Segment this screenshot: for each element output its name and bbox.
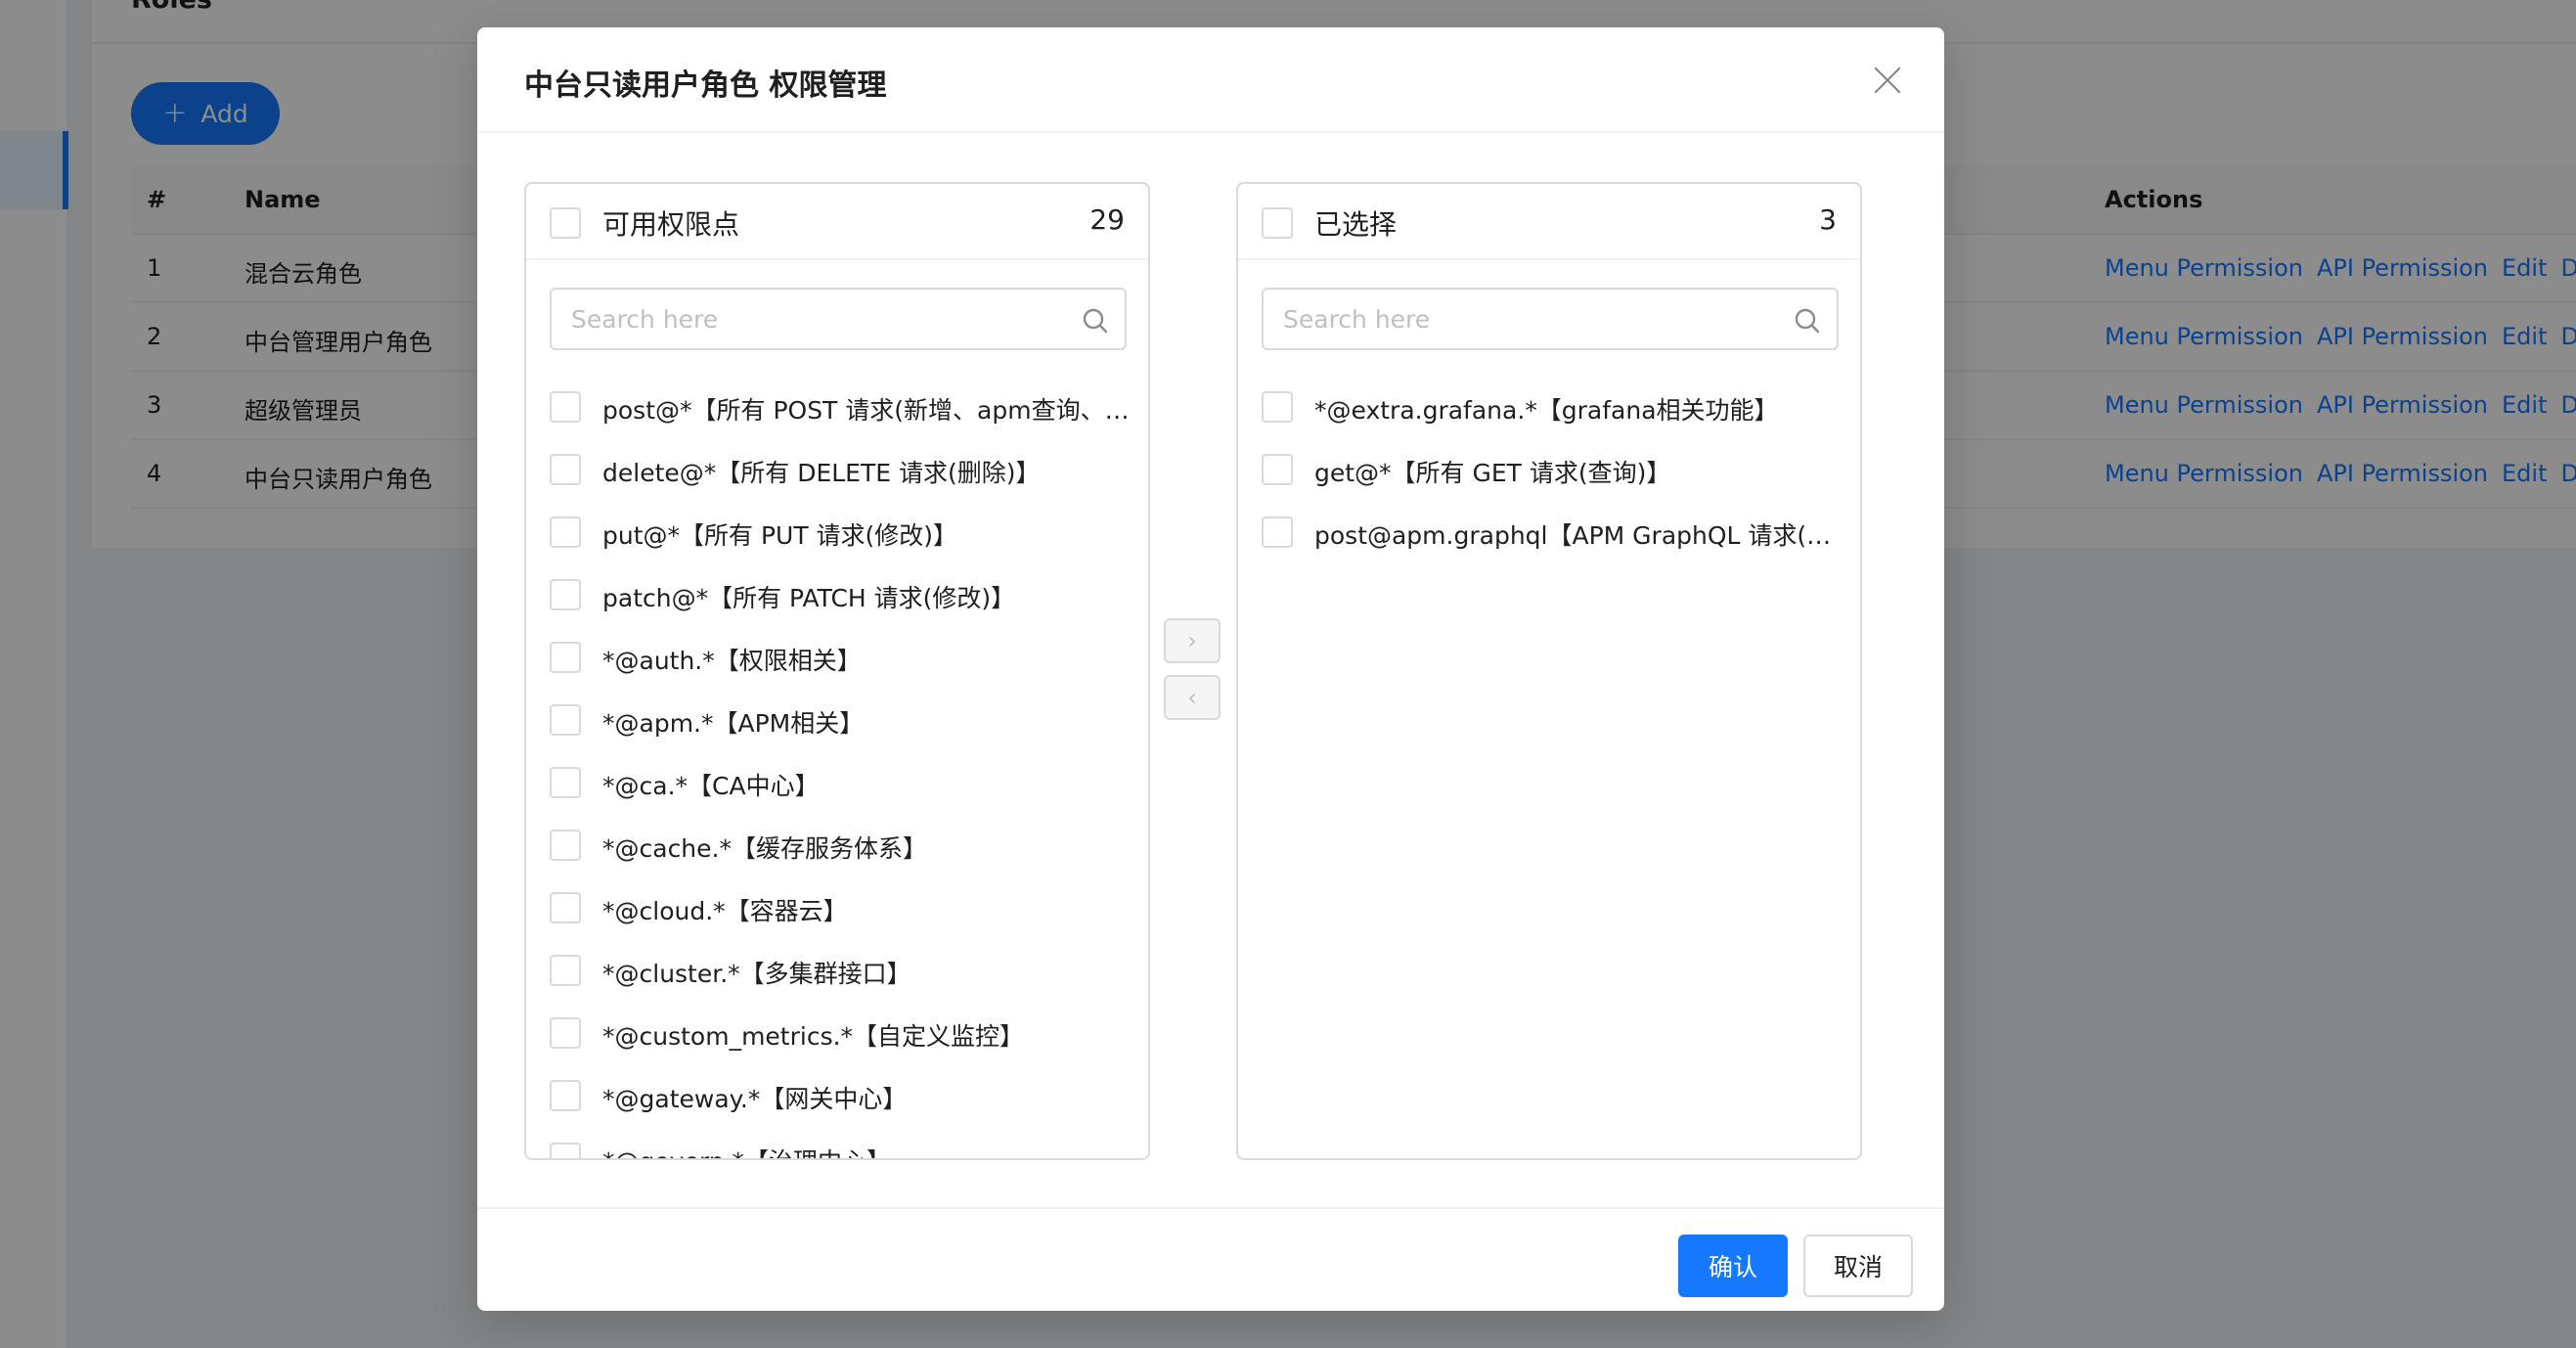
modal-title: 中台只读用户角色 权限管理 bbox=[524, 68, 887, 103]
item-label: *@ca.*【CA中心】 bbox=[602, 772, 820, 800]
chevron-right-icon: › bbox=[1187, 627, 1197, 654]
modal-header: 中台只读用户角色 权限管理 bbox=[477, 27, 1944, 133]
list-item[interactable]: *@auth.*【权限相关】 bbox=[526, 626, 1148, 689]
search-icon[interactable] bbox=[1792, 305, 1823, 337]
available-search-input[interactable] bbox=[571, 301, 1060, 337]
item-checkbox[interactable] bbox=[550, 767, 581, 798]
available-search bbox=[550, 288, 1127, 350]
item-checkbox[interactable] bbox=[550, 1080, 581, 1111]
available-list: post@*【所有 POST 请求(新增、apm查询、部署等)】 delete@… bbox=[526, 376, 1148, 1158]
item-checkbox[interactable] bbox=[550, 955, 581, 986]
list-item[interactable]: *@custom_metrics.*【自定义监控】 bbox=[526, 1002, 1148, 1064]
modal-footer: 确认 取消 bbox=[477, 1207, 1944, 1311]
item-checkbox[interactable] bbox=[1262, 454, 1293, 485]
list-item[interactable]: post@*【所有 POST 请求(新增、apm查询、部署等)】 bbox=[526, 376, 1148, 438]
item-checkbox[interactable] bbox=[550, 1143, 581, 1158]
item-label: post@*【所有 POST 请求(新增、apm查询、部署等)】 bbox=[602, 396, 1131, 425]
item-checkbox[interactable] bbox=[550, 391, 581, 423]
selected-search bbox=[1262, 288, 1839, 350]
item-label: put@*【所有 PUT 请求(修改)】 bbox=[602, 521, 958, 550]
available-panel-header: 可用权限点 29 bbox=[526, 184, 1148, 260]
item-checkbox[interactable] bbox=[550, 704, 581, 736]
item-label: *@custom_metrics.*【自定义监控】 bbox=[602, 1022, 1025, 1051]
chevron-left-icon: ‹ bbox=[1187, 684, 1197, 711]
available-panel-title: 可用权限点 bbox=[602, 208, 740, 241]
item-label: *@gateway.*【网关中心】 bbox=[602, 1085, 908, 1113]
select-all-selected-checkbox[interactable] bbox=[1262, 207, 1293, 239]
item-label: patch@*【所有 PATCH 请求(修改)】 bbox=[602, 584, 1016, 612]
list-item[interactable]: put@*【所有 PUT 请求(修改)】 bbox=[526, 501, 1148, 563]
close-icon[interactable] bbox=[1870, 63, 1905, 98]
move-to-available-button[interactable]: ‹ bbox=[1164, 675, 1221, 720]
confirm-button[interactable]: 确认 bbox=[1678, 1235, 1788, 1297]
list-item[interactable]: *@govern.*【治理中心】 bbox=[526, 1127, 1148, 1158]
item-checkbox[interactable] bbox=[550, 517, 581, 548]
permission-modal: 中台只读用户角色 权限管理 可用权限点 29 post@*【所有 POST 请求… bbox=[477, 27, 1944, 1311]
select-all-available-checkbox[interactable] bbox=[550, 207, 581, 239]
selected-count: 3 bbox=[1819, 203, 1837, 236]
list-item[interactable]: *@cloud.*【容器云】 bbox=[526, 876, 1148, 939]
list-item[interactable]: post@apm.graphql【APM GraphQL 请求(修改、查询)】 bbox=[1238, 501, 1860, 563]
item-checkbox[interactable] bbox=[1262, 517, 1293, 548]
item-checkbox[interactable] bbox=[550, 1017, 581, 1049]
item-checkbox[interactable] bbox=[550, 830, 581, 861]
list-item[interactable]: delete@*【所有 DELETE 请求(删除)】 bbox=[526, 438, 1148, 501]
item-label: *@cloud.*【容器云】 bbox=[602, 897, 848, 925]
item-checkbox[interactable] bbox=[550, 892, 581, 923]
list-item[interactable]: *@ca.*【CA中心】 bbox=[526, 751, 1148, 814]
item-label: post@apm.graphql【APM GraphQL 请求(修改、查询)】 bbox=[1314, 521, 1843, 550]
selected-panel-header: 已选择 3 bbox=[1238, 184, 1860, 260]
item-checkbox[interactable] bbox=[550, 579, 581, 610]
item-label: *@apm.*【APM相关】 bbox=[602, 709, 865, 738]
cancel-button[interactable]: 取消 bbox=[1803, 1235, 1913, 1297]
selected-search-input[interactable] bbox=[1283, 301, 1772, 337]
available-count: 29 bbox=[1089, 203, 1125, 236]
item-label: get@*【所有 GET 请求(查询)】 bbox=[1314, 459, 1671, 487]
list-item[interactable]: *@cluster.*【多集群接口】 bbox=[526, 939, 1148, 1002]
item-checkbox[interactable] bbox=[550, 454, 581, 485]
item-label: *@auth.*【权限相关】 bbox=[602, 647, 862, 675]
item-label: delete@*【所有 DELETE 请求(删除)】 bbox=[602, 459, 1041, 487]
list-item[interactable]: *@cache.*【缓存服务体系】 bbox=[526, 814, 1148, 876]
item-label: *@cache.*【缓存服务体系】 bbox=[602, 834, 927, 863]
item-label: *@govern.*【治理中心】 bbox=[602, 1143, 1131, 1158]
list-item[interactable]: get@*【所有 GET 请求(查询)】 bbox=[1238, 438, 1860, 501]
list-item[interactable]: patch@*【所有 PATCH 请求(修改)】 bbox=[526, 563, 1148, 626]
search-icon[interactable] bbox=[1080, 305, 1111, 337]
move-to-selected-button[interactable]: › bbox=[1164, 618, 1221, 663]
available-permissions-panel: 可用权限点 29 post@*【所有 POST 请求(新增、apm查询、部署等)… bbox=[524, 182, 1150, 1160]
selected-panel-title: 已选择 bbox=[1314, 208, 1398, 241]
selected-list: *@extra.grafana.*【grafana相关功能】 get@*【所有 … bbox=[1238, 376, 1860, 1158]
item-checkbox[interactable] bbox=[1262, 391, 1293, 423]
list-item[interactable]: *@extra.grafana.*【grafana相关功能】 bbox=[1238, 376, 1860, 438]
list-item[interactable]: *@gateway.*【网关中心】 bbox=[526, 1064, 1148, 1127]
item-checkbox[interactable] bbox=[550, 642, 581, 673]
item-label: *@extra.grafana.*【grafana相关功能】 bbox=[1314, 396, 1779, 425]
list-item[interactable]: *@apm.*【APM相关】 bbox=[526, 689, 1148, 751]
selected-permissions-panel: 已选择 3 *@extra.grafana.*【grafana相关功能】 get… bbox=[1236, 182, 1862, 1160]
item-label: *@cluster.*【多集群接口】 bbox=[602, 960, 911, 988]
